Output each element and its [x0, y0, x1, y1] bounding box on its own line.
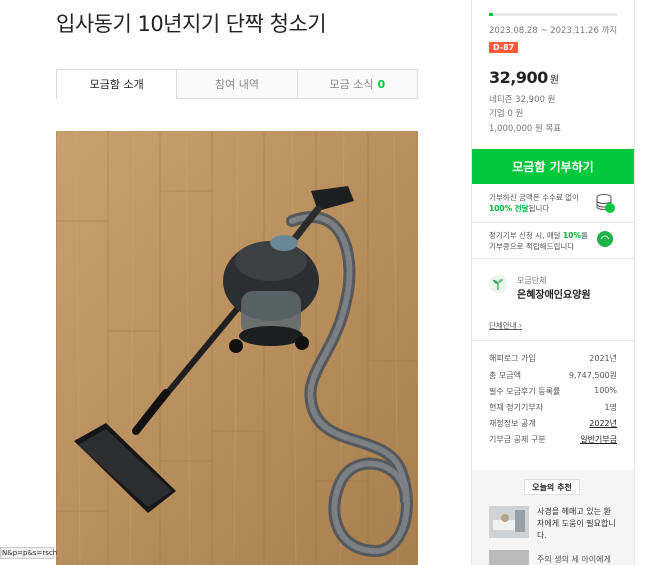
- info-separator: [472, 222, 634, 223]
- stat-key: 해피로그 가입: [489, 354, 536, 363]
- recommend-thumbnail-2[interactable]: [489, 550, 529, 565]
- donation-progress-fill: [489, 13, 493, 16]
- recommend-item-text[interactable]: 사경을 헤매고 있는 환자에게 도움이 필요합니다.: [537, 506, 617, 542]
- stat-value: 1명: [604, 403, 617, 412]
- fee-info-line1: 기부하신 금액은 수수료 없이: [489, 193, 579, 202]
- stat-row: 필수 모금후기 등록률 100%: [489, 386, 617, 397]
- raised-amount-unit: 원: [549, 75, 559, 86]
- tab-bar: 모금함 소개 참여 내역 모금 소식 0: [56, 69, 418, 99]
- regular-info-bold: 10%: [563, 231, 581, 240]
- tab-news[interactable]: 모금 소식 0: [297, 70, 417, 98]
- vacuum-photo-illustration: [56, 131, 418, 565]
- raised-amount: 32,900 원: [489, 68, 559, 87]
- stat-row: 재정정보 공개 2022년: [489, 418, 617, 429]
- sprout-icon: [493, 279, 503, 290]
- netizen-amount: 네티즌 32,900 원: [489, 95, 556, 105]
- stat-key: 현재 정기기부자: [489, 403, 544, 412]
- fee-info-bold: 100% 전달: [489, 204, 529, 213]
- sidebar-divider-right: [634, 0, 635, 565]
- fee-info-rest: 됩니다: [528, 204, 550, 213]
- org-name[interactable]: 은혜장애인요양원: [517, 286, 591, 301]
- company-amount: 기업 0 원: [489, 109, 524, 119]
- goal-amount: 1,000,000 원 목표: [489, 124, 562, 134]
- stat-value: 2021년: [589, 354, 617, 363]
- donate-button[interactable]: 모금함 기부하기: [472, 149, 634, 184]
- stat-key: 총 모금액: [489, 371, 521, 380]
- campaign-period: 2023.08.28 ~ 2023.11.26 까지: [489, 26, 618, 36]
- stat-value-link[interactable]: 일반기부금: [580, 434, 617, 445]
- browser-status-bar: N&p=p&s=rsch: [0, 547, 58, 559]
- stat-row: 총 모금액 9,747,500원: [489, 370, 617, 381]
- stat-key: 필수 모금후기 등록률: [489, 387, 561, 396]
- bean-icon: [597, 231, 613, 247]
- stat-row: 현재 정기기부자 1명: [489, 402, 617, 413]
- stat-value-link[interactable]: 2022년: [589, 418, 617, 429]
- tab-intro[interactable]: 모금함 소개: [57, 70, 178, 99]
- stat-key: 기부금 공제 구분: [489, 435, 546, 444]
- hospital-photo-icon: [489, 506, 529, 538]
- page-title: 입사동기 10년지기 단짝 청소기: [56, 12, 327, 36]
- regular-info-rest: 를: [580, 231, 588, 240]
- stat-key: 재정정보 공개: [489, 419, 536, 428]
- tab-participation-label: 참여 내역: [215, 78, 259, 91]
- stat-value: 9,747,500원: [568, 371, 617, 380]
- coin-stack-icon: [596, 194, 615, 213]
- raised-amount-value: 32,900: [489, 68, 548, 87]
- org-label: 모금단체: [517, 276, 547, 285]
- donation-progress-bar: [489, 13, 617, 16]
- tab-intro-label: 모금함 소개: [89, 78, 144, 91]
- recommend-thumbnail[interactable]: [489, 506, 529, 538]
- regular-info-line1: 정기기부 신청 시, 매달: [489, 231, 564, 240]
- org-info-link[interactable]: 단체안내 ›: [489, 320, 522, 331]
- stat-value: 100%: [594, 386, 617, 395]
- recommend-title: 오늘의 추천: [524, 479, 580, 495]
- tab-participation[interactable]: 참여 내역: [177, 70, 298, 98]
- dday-badge: D-87: [489, 42, 519, 53]
- stat-row: 해피로그 가입 2021년: [489, 353, 617, 364]
- recommend-item-text-2[interactable]: 주의 생의 세 아이에게: [537, 554, 611, 565]
- campaign-photo: [56, 131, 418, 565]
- tab-news-count: 0: [377, 77, 386, 91]
- regular-info-line2: 기부콩으로 적립해드립니다: [489, 242, 575, 251]
- stats-separator: [472, 340, 634, 341]
- stat-row: 기부금 공제 구분 일반기부금: [489, 434, 617, 445]
- org-logo-icon: [489, 275, 507, 293]
- org-separator-top: [472, 258, 634, 259]
- tab-news-label: 모금 소식: [329, 78, 374, 91]
